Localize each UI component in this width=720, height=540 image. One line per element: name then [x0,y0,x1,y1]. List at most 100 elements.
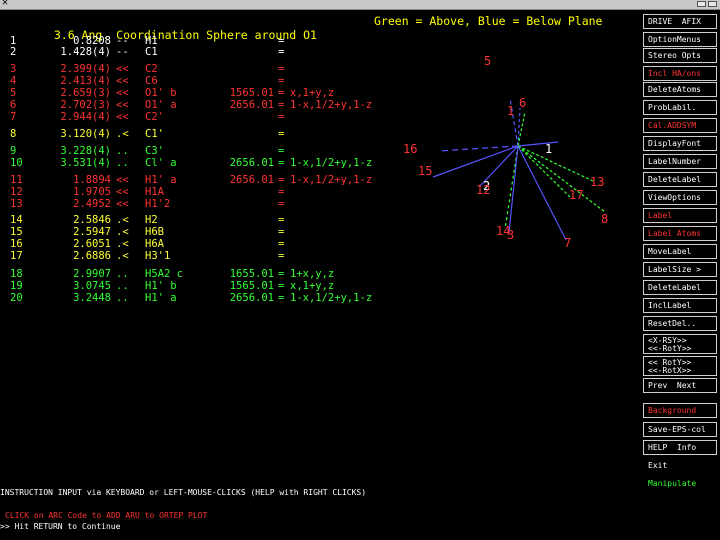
cell-atom: H1' b [145,280,177,292]
menu-item[interactable]: LabelSize > [643,262,717,277]
atom-label[interactable]: 16 [403,142,417,156]
cell-num: 7 [10,111,17,123]
menu-item[interactable]: Manipulate [643,476,717,491]
cell-num: 3 [10,63,17,75]
atom-label[interactable]: 3 [507,228,514,242]
menu-item[interactable]: DeleteAtoms [643,82,717,97]
table-row[interactable]: 12 1.9705 << H1A = [0,187,440,198]
menu-item[interactable]: MoveLabel [643,244,717,259]
cell-sym: .< [116,238,129,250]
menu-item[interactable]: ViewOptions [643,190,717,205]
cell-num: 6 [10,99,17,111]
cell-op: 1-x,1/2+y,1-z [290,174,373,186]
table-row[interactable]: 15 2.5947 .< H6B = [0,227,440,238]
table-row[interactable]: 18 2.9907.. H5A2 c 1655.01 = 1+x,y,z [0,269,440,280]
bond-line [517,111,526,147]
cell-code[interactable]: 1565.01 [216,88,274,99]
menu-item[interactable]: <X-RSY>> <<-RotY>> [643,334,717,354]
menu-item[interactable]: DeleteLabel [643,280,717,295]
menu-item[interactable]: ProbLabil. [643,100,717,115]
menu-item[interactable]: DeleteLabel [643,172,717,187]
cell-code[interactable]: 2656.01 [216,158,274,169]
table-row[interactable]: 10 3.531(4).. Cl' a 2656.01 = 1-x,1/2+y,1-z [0,158,440,169]
x11-close-icon[interactable]: ✕ [2,0,8,8]
cell-eq: = [278,214,285,226]
cell-sym: << [116,87,129,99]
atom-label[interactable]: 13 [590,175,604,189]
bond-line [517,145,594,182]
cell-dist: 2.4952 [73,198,111,210]
cell-code[interactable]: 2656.01 [216,100,274,111]
menu-item[interactable]: Label Atoms [643,226,717,241]
plane-legend: Green = Above, Blue = Below Plane [374,14,603,28]
cell-atom: C6 [145,75,158,87]
table-row[interactable]: 17 2.6886 .< H3'1 = [0,251,440,262]
atom-label[interactable]: 5 [484,54,491,68]
cell-num: 2 [10,46,17,58]
menu-item[interactable]: DRIVE AFIX [643,14,717,29]
cell-num: 4 [10,75,17,87]
table-row[interactable]: 7 2.944(4) << C2' = [0,112,440,123]
menu-item[interactable]: Save-EPS-col [643,422,717,437]
cell-sym: << [116,198,129,210]
table-row[interactable]: 8 3.120(4) .< C1' = [0,129,440,140]
table-row[interactable]: 16 2.6051 .< H6A = [0,239,440,250]
menu-item[interactable]: LabelNumber [643,154,717,169]
atom-label[interactable]: 15 [418,164,432,178]
cell-eq: = [278,111,285,123]
table-row[interactable]: 4 2.413(4) << C6 = [0,76,440,87]
menu-item[interactable]: ResetDel.. [643,316,717,331]
cell-eq: = [278,128,285,140]
atom-label[interactable]: 8 [601,212,608,226]
table-row[interactable]: 9 3.228(4).. C3' = [0,146,440,157]
cell-op: x,1+y,z [290,87,335,99]
atom-label[interactable]: 7 [564,236,571,250]
cell-dist: 1.9705 [73,186,111,198]
menu-item[interactable]: Cal.ADDSYM [643,118,717,133]
minimize-button[interactable] [697,1,706,7]
cell-atom: C1 [145,46,158,58]
atom-label[interactable]: 12 [476,183,490,197]
menu-item[interactable]: DisplayFont [643,136,717,151]
cell-sym: << [116,63,129,75]
menu-item[interactable]: Exit [643,458,717,473]
cell-op: 1-x,1/2+y,1-z [290,99,373,111]
cell-eq: = [278,157,285,169]
table-row[interactable]: 11 1.8894 << H1' a 2656.01 = 1-x,1/2+y,1-z [0,175,440,186]
cell-sym: << [116,111,129,123]
cell-dist: 2.944(4) [60,111,111,123]
menu-item[interactable]: Incl HA/ons [643,66,717,81]
atom-label[interactable]: 1 [507,104,514,118]
cell-dist: 1.428(4) [60,46,111,58]
menu-item[interactable]: OptionMenus [643,32,717,47]
table-row[interactable]: 3 2.399(4) << C2 = [0,64,440,75]
cell-code[interactable]: 1565.01 [216,281,274,292]
cell-dist: 2.6051 [73,238,111,250]
maximize-button[interactable] [708,1,717,7]
menu-item[interactable]: Stereo Opts [643,48,717,63]
cell-dist: 3.2448 [73,292,111,304]
table-row[interactable]: 14 2.5846 .< H2 = [0,215,440,226]
cell-code[interactable]: 1655.01 [216,269,274,280]
menu-item[interactable]: Prev Next [643,378,717,393]
cell-atom: C2' [145,111,164,123]
table-row[interactable]: 6 2.702(3) << O1' a 2656.01 = 1-x,1/2+y,1-z [0,100,440,111]
table-row[interactable]: 13 2.4952 << H1'2 = [0,199,440,210]
menu-item[interactable]: << RotY>> <<-RotX>> [643,356,717,376]
cell-code[interactable]: 2656.01 [216,293,274,304]
cell-code[interactable]: 2656.01 [216,175,274,186]
table-row[interactable]: 19 3.0745.. H1' b 1565.01 = x,1+y,z [0,281,440,292]
table-row[interactable]: 2 1.428(4) -- C1 = [0,47,440,58]
atom-label[interactable]: 1 [545,142,552,156]
atom-label[interactable]: 6 [519,96,526,110]
table-row[interactable]: 20 3.2448.. H1' a 2656.01 = 1-x,1/2+y,1-z [0,293,440,304]
cell-sym: .< [116,214,129,226]
cell-atom: H6A [145,238,164,250]
table-row[interactable]: 5 2.659(3) << O1' b 1565.01 = x,1+y,z [0,88,440,99]
menu-item[interactable]: Label [643,208,717,223]
menu-item[interactable]: InclLabel [643,298,717,313]
menu-item[interactable]: HELP Info [643,440,717,455]
menu-item[interactable]: Background [643,403,717,418]
cell-num: 14 [10,214,23,226]
atom-label[interactable]: 17 [569,188,583,202]
